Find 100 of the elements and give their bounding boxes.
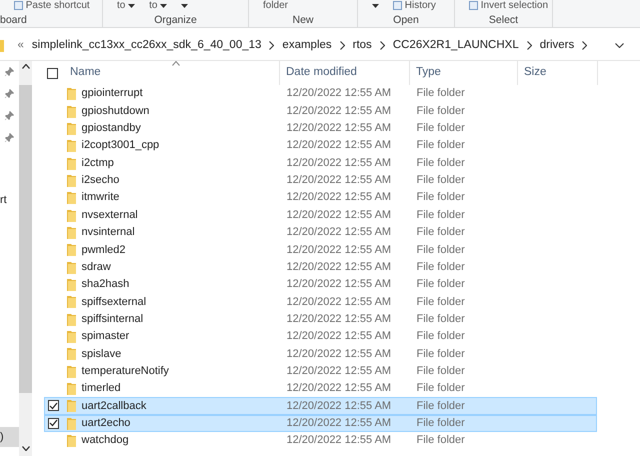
chevron-right-icon[interactable] [582, 41, 588, 50]
ribbon-command[interactable]: Paste shortcut [26, 0, 90, 11]
breadcrumb-segment[interactable]: CC26X2R1_LAUNCHXL [392, 36, 519, 54]
row-checkbox[interactable] [48, 400, 59, 412]
file-row[interactable]: i2copt3001_cpp 12/20/2022 12:55 AM File folder [44, 137, 597, 154]
date-modified: 12/20/2022 12:55 AM [286, 191, 392, 204]
date-modified: 12/20/2022 12:55 AM [286, 260, 392, 273]
file-name: sha2hash [82, 277, 130, 292]
pin-icon[interactable] [5, 67, 14, 76]
ribbon-command[interactable]: History [404, 0, 436, 11]
caret-icon[interactable] [128, 4, 136, 8]
pin-icon[interactable] [5, 111, 14, 120]
chevron-right-icon[interactable] [380, 41, 385, 50]
date-modified: 12/20/2022 12:55 AM [286, 244, 392, 256]
date-modified: 12/20/2022 12:55 AM [286, 278, 392, 290]
chevron-down-icon[interactable] [614, 43, 624, 48]
file-name: sdraw [82, 260, 111, 275]
file-row[interactable]: gpiointerrupt 12/20/2022 12:55 AM File folder [44, 85, 597, 102]
ribbon-command[interactable]: to [149, 0, 158, 11]
caret-icon[interactable] [181, 4, 188, 8]
file-type: File folder [416, 364, 465, 377]
date-modified: 12/20/2022 12:55 AM [286, 174, 392, 186]
breadcrumb-segment[interactable]: rtos [352, 36, 372, 54]
file-name: temperatureNotify [82, 364, 169, 379]
date-modified: 12/20/2022 12:55 AM [286, 364, 392, 377]
file-row[interactable]: uart2echo 12/20/2022 12:55 AM File folder [44, 414, 597, 432]
file-row[interactable]: gpiostandby 12/20/2022 12:55 AM File folder [44, 120, 597, 138]
file-row[interactable]: spimaster 12/20/2022 12:55 AM File folder [44, 328, 597, 346]
file-row[interactable]: nvsexternal 12/20/2022 12:55 AM File folder [44, 206, 597, 224]
file-type: File folder [416, 400, 465, 412]
file-row[interactable]: gpioshutdown 12/20/2022 12:55 AM File folder [44, 102, 597, 120]
file-row[interactable]: spislave 12/20/2022 12:55 AM File folder [44, 345, 597, 362]
file-type: File folder [416, 156, 465, 169]
file-row[interactable]: sha2hash 12/20/2022 12:55 AM File folder [44, 276, 597, 294]
chevron-right-icon[interactable] [340, 41, 345, 50]
caret-icon[interactable] [372, 4, 379, 8]
file-name: gpioshutdown [82, 104, 150, 119]
file-row[interactable]: pwmled2 12/20/2022 12:55 AM File folder [44, 241, 597, 258]
breadcrumb-segment[interactable]: examples [282, 36, 332, 54]
file-row[interactable]: i2secho 12/20/2022 12:55 AM File folder [44, 172, 597, 190]
overflow-chevron[interactable]: « [18, 36, 24, 54]
date-modified: 12/20/2022 12:55 AM [286, 139, 392, 152]
file-name: spiffsexternal [82, 294, 146, 310]
breadcrumb-segment[interactable]: simplelink_cc13xx_cc26xx_sdk_6_40_00_13 [32, 36, 262, 54]
column-header[interactable]: Type [416, 64, 441, 82]
date-modified: 12/20/2022 12:55 AM [286, 87, 392, 100]
chevron-right-icon[interactable] [526, 41, 532, 50]
nav-item[interactable]: rt [0, 190, 19, 210]
ribbon-command[interactable]: to [117, 0, 126, 11]
file-row[interactable]: watchdog 12/20/2022 12:55 AM File folder [44, 432, 597, 450]
file-row[interactable]: timerled 12/20/2022 12:55 AM File folder [44, 380, 597, 398]
scrollbar-thumb[interactable] [19, 85, 32, 394]
file-type: File folder [416, 382, 465, 394]
column-header[interactable]: Name [70, 64, 101, 82]
file-type: File folder [416, 278, 465, 290]
file-row[interactable]: spiffsinternal 12/20/2022 12:55 AM File folder [44, 310, 597, 328]
file-name: pwmled2 [82, 242, 126, 258]
file-type: File folder [416, 416, 465, 429]
file-type: File folder [416, 208, 465, 221]
caret-icon[interactable] [160, 4, 168, 8]
file-type: File folder [416, 330, 465, 342]
file-name: nvsinternal [82, 225, 135, 240]
scroll-down-icon[interactable] [22, 446, 30, 450]
pin-icon[interactable] [5, 89, 14, 98]
file-type: File folder [416, 296, 465, 308]
date-modified: 12/20/2022 12:55 AM [286, 400, 392, 412]
column-header[interactable]: Size [524, 64, 546, 82]
file-row[interactable]: itmwrite 12/20/2022 12:55 AM File folder [44, 189, 597, 206]
date-modified: 12/20/2022 12:55 AM [286, 434, 392, 446]
file-name: itmwrite [82, 190, 120, 206]
file-row[interactable]: uart2callback 12/20/2022 12:55 AM File folder [44, 397, 597, 415]
scroll-up-icon[interactable] [22, 64, 30, 69]
breadcrumb-segment[interactable]: drivers [540, 36, 574, 54]
nav-item[interactable]: ) [0, 426, 19, 447]
row-checkbox[interactable] [48, 418, 59, 429]
date-modified: 12/20/2022 12:55 AM [286, 226, 392, 238]
ribbon-group-label: Select [488, 14, 520, 28]
file-row[interactable]: temperatureNotify 12/20/2022 12:55 AM File folder [44, 362, 597, 380]
file-name: i2ctmp [82, 156, 114, 171]
date-modified: 12/20/2022 12:55 AM [286, 208, 392, 221]
file-name: spislave [82, 346, 122, 362]
select-all-checkbox[interactable] [46, 68, 58, 78]
file-type: File folder [416, 191, 465, 204]
column-header[interactable]: Date modified [286, 64, 357, 82]
file-name: watchdog [82, 433, 129, 448]
ribbon-command[interactable]: Invert selection [480, 0, 548, 11]
ribbon-group-label: Organize [153, 14, 198, 28]
file-row[interactable]: spiffsexternal 12/20/2022 12:55 AM File folder [44, 293, 597, 310]
pin-icon[interactable] [5, 133, 14, 142]
file-name: spimaster [82, 329, 130, 344]
date-modified: 12/20/2022 12:55 AM [286, 416, 392, 429]
date-modified: 12/20/2022 12:55 AM [286, 296, 392, 308]
date-modified: 12/20/2022 12:55 AM [286, 348, 392, 360]
file-type: File folder [416, 174, 465, 186]
file-type: File folder [416, 139, 465, 152]
file-row[interactable]: nvsinternal 12/20/2022 12:55 AM File folder [44, 224, 597, 242]
chevron-right-icon[interactable] [269, 41, 274, 50]
ribbon-command[interactable]: folder [263, 0, 288, 11]
file-row[interactable]: sdraw 12/20/2022 12:55 AM File folder [44, 258, 597, 276]
file-row[interactable]: i2ctmp 12/20/2022 12:55 AM File folder [44, 154, 597, 172]
